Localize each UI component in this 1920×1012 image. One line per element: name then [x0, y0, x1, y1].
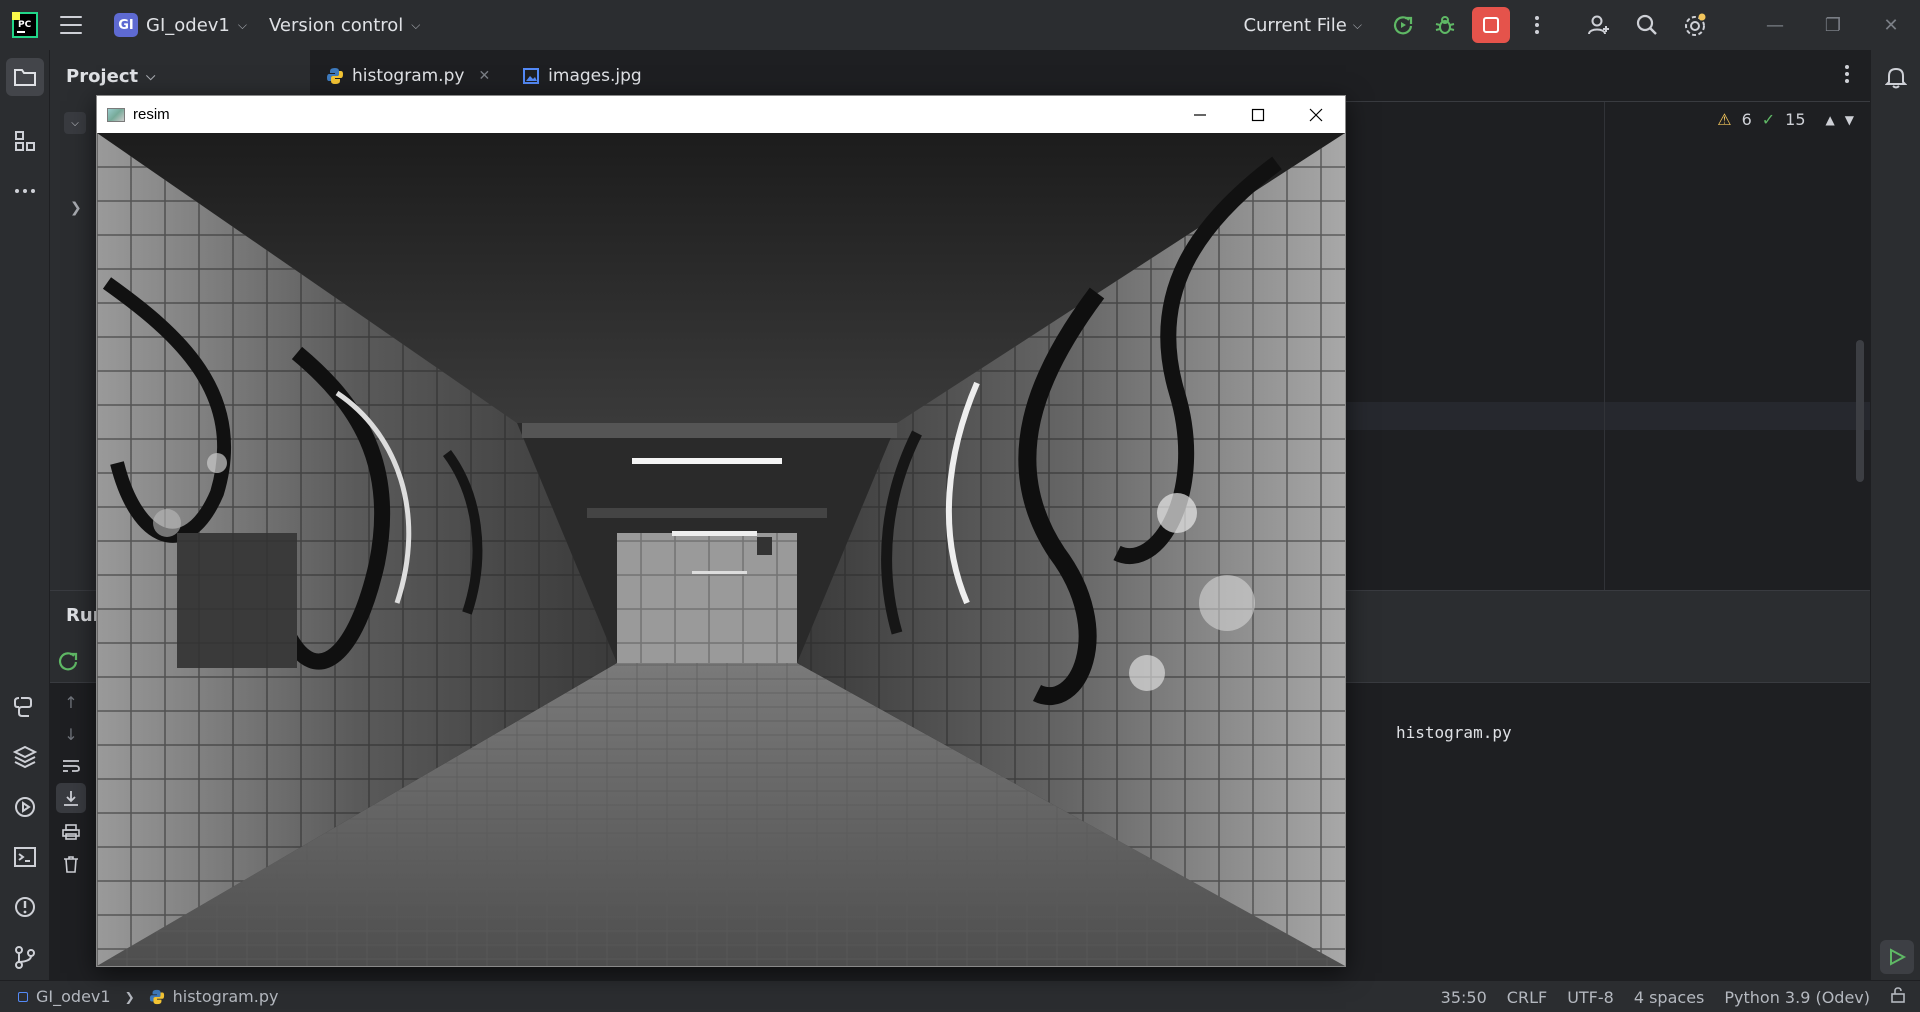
image-window-close-button[interactable]: [1287, 96, 1345, 133]
main-menu-icon[interactable]: [60, 16, 82, 34]
more-vertical-icon[interactable]: [1844, 64, 1850, 88]
window-close-button[interactable]: ✕: [1862, 0, 1920, 50]
add-user-icon[interactable]: [1578, 0, 1620, 50]
window-minimize-button[interactable]: —: [1746, 0, 1804, 50]
project-name: GI_odev1: [146, 14, 230, 36]
image-icon: [107, 107, 125, 122]
module-icon: [18, 991, 28, 1002]
image-file-icon: [523, 67, 540, 84]
chevron-down-icon: ⌵: [411, 17, 421, 32]
chevron-down-icon: ⌵: [146, 69, 156, 83]
version-control-menu[interactable]: Version control ⌵: [269, 15, 420, 36]
right-tool-window-strip: [1870, 50, 1920, 980]
project-panel-title: Project: [66, 66, 139, 87]
lock-icon[interactable]: [1890, 987, 1906, 1007]
vertical-scrollbar[interactable]: [1856, 340, 1864, 482]
python-file-icon: [327, 67, 343, 84]
chevron-right-icon[interactable]: ❯: [70, 200, 82, 216]
arrow-up-icon[interactable]: ↑: [56, 687, 86, 717]
rerun-icon[interactable]: [56, 649, 80, 677]
run-panel-sidebar: ↑ ↓: [50, 683, 92, 981]
rerun-icon[interactable]: [1382, 0, 1424, 50]
stop-button[interactable]: [1472, 7, 1510, 43]
tab-label: histogram.py: [352, 65, 465, 86]
grayscale-tunnel-photo: [97, 133, 1345, 966]
close-tab-icon[interactable]: ✕: [478, 68, 490, 84]
pycharm-logo-icon[interactable]: PC: [12, 12, 38, 38]
status-bar: GI_odev1 ❯ histogram.py 35:50 CRLF UTF-8…: [0, 980, 1920, 1012]
project-switcher[interactable]: GI GI_odev1 ⌵: [106, 7, 255, 43]
file-encoding[interactable]: UTF-8: [1567, 988, 1614, 1007]
left-tool-window-strip: [0, 50, 50, 980]
image-window-maximize-button[interactable]: [1229, 96, 1287, 133]
right-margin-guide: [1604, 102, 1605, 590]
window-restore-button[interactable]: ❐: [1804, 0, 1862, 50]
image-window-minimize-button[interactable]: [1171, 96, 1229, 133]
print-icon[interactable]: [56, 817, 86, 847]
ide-window: PC GI GI_odev1 ⌵ Version control ⌵ Curre…: [0, 0, 1920, 1012]
run-configuration-selector[interactable]: Current File ⌵: [1243, 15, 1362, 36]
weak-warning-count: 15: [1785, 110, 1806, 129]
project-panel-header[interactable]: Project ⌵: [66, 66, 155, 87]
chevron-down-icon[interactable]: ▼: [1845, 113, 1854, 127]
caret-position[interactable]: 35:50: [1441, 988, 1487, 1007]
run-widget-icon[interactable]: [1880, 940, 1914, 974]
python-file-icon: [149, 989, 164, 1004]
image-viewer-window[interactable]: resim: [96, 95, 1346, 967]
weak-warning-icon: ✓: [1761, 110, 1776, 129]
scroll-to-end-icon[interactable]: [56, 783, 86, 813]
console-output: histogram.py: [1396, 723, 1512, 742]
chevron-down-icon: ⌵: [237, 17, 247, 32]
chevron-right-icon: ❯: [124, 989, 135, 1004]
settings-icon[interactable]: [1674, 0, 1716, 50]
project-badge: GI: [114, 13, 138, 37]
chevron-down-icon: ⌵: [1352, 17, 1362, 32]
title-bar: PC GI GI_odev1 ⌵ Version control ⌵ Curre…: [0, 0, 1920, 50]
warning-count: 6: [1741, 110, 1752, 129]
breadcrumb-project[interactable]: GI_odev1: [36, 987, 111, 1006]
version-control-label: Version control: [268, 14, 404, 36]
debug-icon[interactable]: [1424, 0, 1466, 50]
git-branch-icon[interactable]: [6, 938, 44, 976]
python-console-icon[interactable]: [6, 688, 44, 726]
python-interpreter[interactable]: Python 3.9 (Odev): [1724, 988, 1870, 1007]
indent-setting[interactable]: 4 spaces: [1634, 988, 1705, 1007]
svg-text:PC: PC: [18, 20, 32, 30]
structure-icon[interactable]: [6, 122, 44, 160]
notifications-bell-icon[interactable]: [1877, 58, 1915, 96]
image-window-titlebar[interactable]: resim: [97, 96, 1345, 133]
stop-icon: [1483, 17, 1499, 33]
tab-histogram-py[interactable]: histogram.py ✕: [310, 50, 506, 103]
breadcrumb-file[interactable]: histogram.py: [173, 987, 279, 1006]
warning-icon: ⚠: [1717, 110, 1732, 129]
more-vertical-icon[interactable]: [1516, 0, 1558, 50]
terminal-icon[interactable]: [6, 838, 44, 876]
more-horizontal-icon[interactable]: [6, 172, 44, 210]
trash-icon[interactable]: [56, 849, 86, 879]
inspection-widget[interactable]: ⚠ 6 ✓ 15 ▲ ▼: [1717, 110, 1854, 129]
services-icon[interactable]: [6, 788, 44, 826]
python-packages-icon[interactable]: [6, 738, 44, 776]
expand-collapse-icon[interactable]: ⌵: [64, 112, 86, 134]
search-icon[interactable]: [1626, 0, 1668, 50]
tab-label: images.jpg: [548, 65, 642, 86]
tab-images-jpg[interactable]: images.jpg: [506, 50, 658, 102]
project-folder-icon[interactable]: [6, 58, 44, 96]
chevron-up-icon[interactable]: ▲: [1826, 113, 1835, 127]
breadcrumb: GI_odev1 ❯ histogram.py: [18, 987, 278, 1006]
line-separator[interactable]: CRLF: [1507, 988, 1547, 1007]
soft-wrap-icon[interactable]: [56, 751, 86, 781]
image-window-title: resim: [133, 106, 170, 123]
run-config-label: Current File: [1243, 14, 1347, 36]
problems-icon[interactable]: [6, 888, 44, 926]
arrow-down-icon[interactable]: ↓: [56, 719, 86, 749]
